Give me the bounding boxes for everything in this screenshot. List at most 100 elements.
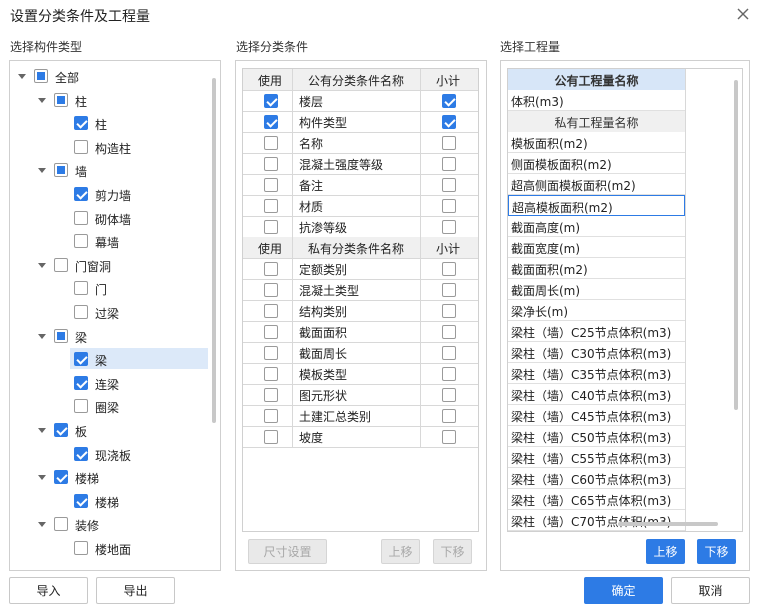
use-checkbox[interactable] xyxy=(264,346,278,360)
size-settings-button[interactable]: 尺寸设置 xyxy=(248,539,327,564)
quantity-row[interactable]: 梁柱（墙）C30节点体积(m3) xyxy=(508,342,685,363)
quantity-row[interactable]: 梁柱（墙）C40节点体积(m3) xyxy=(508,384,685,405)
subtotal-checkbox[interactable] xyxy=(442,220,456,234)
quantity-row[interactable]: 梁柱（墙）C70节点体积(m3) xyxy=(508,510,685,531)
subtotal-checkbox[interactable] xyxy=(442,262,456,276)
quantity-row[interactable]: 截面宽度(m) xyxy=(508,237,685,258)
use-checkbox[interactable] xyxy=(264,94,278,108)
quantity-row[interactable]: 梁净长(m) xyxy=(508,300,685,321)
quantity-name: 超高模板面积(m2) xyxy=(512,201,613,215)
tree-checkbox[interactable] xyxy=(74,139,88,154)
chevron-down-icon[interactable] xyxy=(18,74,26,79)
quantity-row[interactable]: 梁柱（墙）C60节点体积(m3) xyxy=(508,468,685,489)
use-checkbox[interactable] xyxy=(264,388,278,402)
quantity-row[interactable]: 梁柱（墙）C25节点体积(m3) xyxy=(508,321,685,342)
chevron-down-icon[interactable] xyxy=(38,428,46,433)
grid-line xyxy=(243,258,478,259)
subtotal-checkbox[interactable] xyxy=(442,430,456,444)
tree-checkbox[interactable] xyxy=(54,423,68,437)
tree-checkbox[interactable] xyxy=(74,375,88,390)
use-checkbox[interactable] xyxy=(264,136,278,150)
tree-checkbox[interactable] xyxy=(74,399,88,414)
tree-checkbox[interactable] xyxy=(54,92,68,107)
quantity-row[interactable]: 梁柱（墙）C45节点体积(m3) xyxy=(508,405,685,426)
tree-checkbox[interactable] xyxy=(74,352,88,367)
subtotal-checkbox[interactable] xyxy=(442,367,456,381)
use-checkbox[interactable] xyxy=(264,115,278,129)
tree-checkbox[interactable] xyxy=(74,210,88,225)
quantity-row[interactable]: 超高模板面积(m2) xyxy=(508,195,685,216)
subtotal-checkbox[interactable] xyxy=(442,325,456,339)
tree-checkbox[interactable] xyxy=(34,69,48,83)
subtotal-checkbox[interactable] xyxy=(442,178,456,192)
subtotal-checkbox[interactable] xyxy=(442,94,456,108)
quantity-move-down-button[interactable]: 下移 xyxy=(697,539,736,564)
cancel-button[interactable]: 取消 xyxy=(671,577,750,604)
quantity-row[interactable]: 梁柱（墙）C55节点体积(m3) xyxy=(508,447,685,468)
use-checkbox[interactable] xyxy=(264,283,278,297)
tree-scrollbar[interactable] xyxy=(212,78,216,423)
tree-checkbox[interactable] xyxy=(74,305,88,319)
chevron-down-icon[interactable] xyxy=(38,97,46,103)
use-checkbox[interactable] xyxy=(264,367,278,381)
chevron-down-icon[interactable] xyxy=(38,262,46,268)
tree-checkbox[interactable] xyxy=(74,541,88,555)
subtotal-checkbox[interactable] xyxy=(442,199,456,213)
chevron-down-icon[interactable] xyxy=(38,333,46,339)
quantities-scrollbar-h[interactable] xyxy=(618,522,718,526)
export-button[interactable]: 导出 xyxy=(96,577,175,604)
subtotal-checkbox[interactable] xyxy=(442,136,456,150)
quantity-row[interactable]: 超高侧面模板面积(m2) xyxy=(508,174,685,195)
quantity-row[interactable]: 体积(m3) xyxy=(508,90,685,111)
tree-checkbox[interactable] xyxy=(54,470,68,485)
quantity-row[interactable]: 梁柱（墙）C50节点体积(m3) xyxy=(508,426,685,447)
tree-checkbox[interactable] xyxy=(74,116,88,131)
use-checkbox[interactable] xyxy=(264,178,278,192)
condition-move-up-button[interactable]: 上移 xyxy=(381,539,420,564)
subtotal-checkbox[interactable] xyxy=(442,115,456,129)
tree-checkbox[interactable] xyxy=(54,257,68,272)
chevron-down-icon[interactable] xyxy=(38,522,46,528)
use-checkbox[interactable] xyxy=(264,199,278,213)
ok-button[interactable]: 确定 xyxy=(584,577,663,604)
quantity-row[interactable]: 截面周长(m) xyxy=(508,279,685,300)
subtotal-checkbox[interactable] xyxy=(442,283,456,297)
use-checkbox[interactable] xyxy=(264,220,278,234)
subtotal-checkbox[interactable] xyxy=(442,157,456,171)
subtotal-checkbox[interactable] xyxy=(442,409,456,423)
tree-checkbox[interactable] xyxy=(74,234,88,249)
quantity-row[interactable]: 侧面模板面积(m2) xyxy=(508,153,685,174)
quantity-row[interactable]: 模板面积(m2) xyxy=(508,132,685,153)
quantity-move-up-button[interactable]: 上移 xyxy=(646,539,685,564)
use-checkbox[interactable] xyxy=(264,430,278,444)
tree-checkbox[interactable] xyxy=(54,517,68,532)
condition-name: 混凝土强度等级 xyxy=(299,158,384,172)
use-checkbox[interactable] xyxy=(264,157,278,171)
quantity-row[interactable]: 截面高度(m) xyxy=(508,216,685,237)
use-checkbox[interactable] xyxy=(264,262,278,276)
condition-move-down-button[interactable]: 下移 xyxy=(433,539,472,564)
tree-checkbox[interactable] xyxy=(74,446,88,461)
use-checkbox[interactable] xyxy=(264,304,278,318)
quantity-row[interactable]: 梁柱（墙）C65节点体积(m3) xyxy=(508,489,685,510)
subtotal-checkbox[interactable] xyxy=(442,388,456,402)
import-button[interactable]: 导入 xyxy=(9,577,88,604)
tree-row-selected-highlight xyxy=(70,348,208,370)
tree-checkbox[interactable] xyxy=(54,328,68,343)
tree-checkbox[interactable] xyxy=(54,163,68,178)
chevron-down-icon[interactable] xyxy=(38,475,46,481)
chevron-down-icon[interactable] xyxy=(38,168,46,174)
quantity-row[interactable]: 梁柱（墙）C35节点体积(m3) xyxy=(508,363,685,384)
tree-checkbox[interactable] xyxy=(74,493,88,508)
subtotal-checkbox[interactable] xyxy=(442,346,456,360)
subtotal-checkbox[interactable] xyxy=(442,304,456,318)
tree-checkbox[interactable] xyxy=(74,187,88,201)
use-checkbox[interactable] xyxy=(264,409,278,423)
close-icon[interactable] xyxy=(734,5,752,23)
use-checkbox[interactable] xyxy=(264,325,278,339)
quantity-name: 梁柱（墙）C30节点体积(m3) xyxy=(511,347,672,361)
tree-item-label: 幕墙 xyxy=(95,236,120,251)
tree-checkbox[interactable] xyxy=(74,281,88,296)
quantities-scrollbar-v[interactable] xyxy=(734,80,738,410)
quantity-row[interactable]: 截面面积(m2) xyxy=(508,258,685,279)
